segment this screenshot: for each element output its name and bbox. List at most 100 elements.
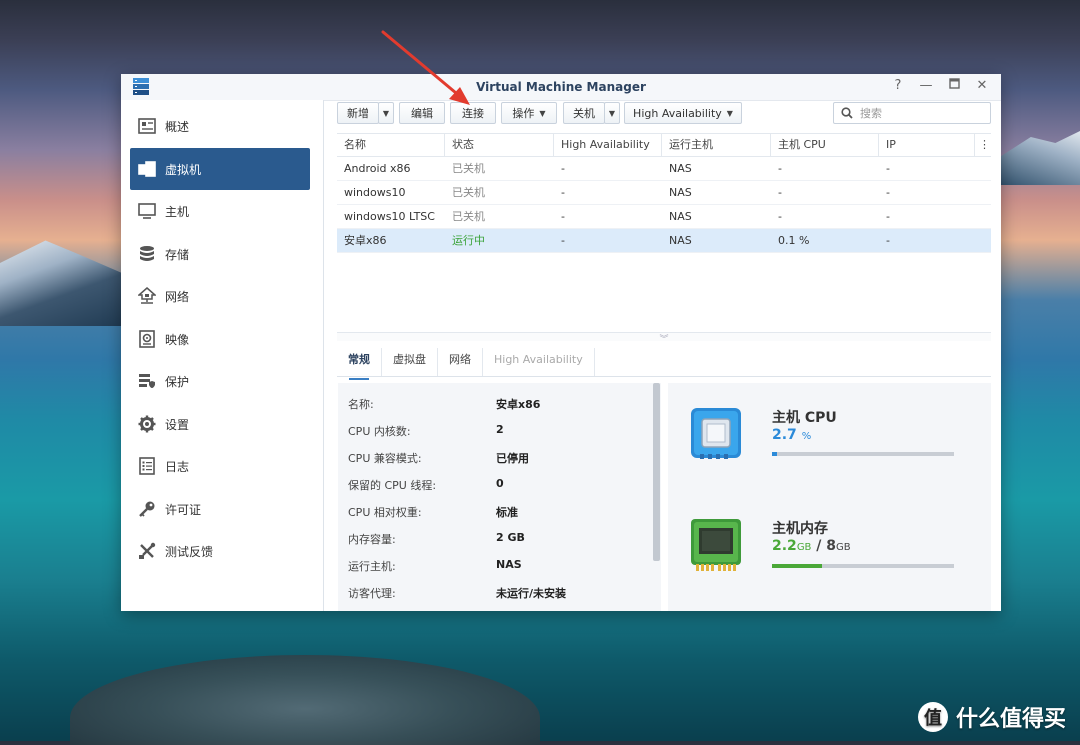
tab-virtual-disk[interactable]: 虚拟盘 xyxy=(382,348,438,376)
cell-ha: - xyxy=(561,162,565,175)
details-scrollbar[interactable] xyxy=(653,383,660,561)
memory-usage-bar-fill xyxy=(772,564,823,568)
table-row[interactable]: Android x86 已关机 - NAS - - xyxy=(337,157,991,181)
vm-table: 名称 状态 High Availability 运行主机 主机 CPU IP ⋮… xyxy=(337,133,991,253)
watermark-text: 什么值得买 xyxy=(955,707,1066,732)
detail-label: CPU 兼容模式: xyxy=(348,452,422,465)
sidebar-item-label: 设置 xyxy=(165,417,190,432)
edit-button[interactable]: 编辑 xyxy=(399,102,445,124)
column-header-ha[interactable]: High Availability xyxy=(554,134,662,156)
tab-general[interactable]: 常规 xyxy=(337,348,382,380)
column-menu-icon[interactable]: ⋮ xyxy=(975,134,991,156)
search-box xyxy=(833,102,991,124)
chevron-down-icon: ▼ xyxy=(608,108,616,118)
maximize-icon[interactable] xyxy=(947,78,961,94)
detail-label: 内存容量: xyxy=(348,533,396,546)
sidebar-item-image[interactable]: 映像 xyxy=(130,318,310,360)
tab-high-availability[interactable]: High Availability xyxy=(483,348,595,376)
edit-button-label: 编辑 xyxy=(411,107,433,120)
mountain-right xyxy=(998,131,1080,185)
sidebar-item-network[interactable]: 网络 xyxy=(130,275,310,317)
close-icon[interactable]: ✕ xyxy=(975,78,989,94)
mountain-left xyxy=(0,240,130,326)
new-dropdown-button[interactable]: ▼ xyxy=(378,102,394,124)
memory-monitor-title: 主机内存 xyxy=(772,521,828,537)
general-details-panel: 名称: 安卓x86 CPU 内核数: 2 CPU 兼容模式: 已停用 保留的 CPU … xyxy=(338,383,661,611)
chevron-down-icon: ▼ xyxy=(382,108,390,118)
chevron-down-icon: ▼ xyxy=(539,108,546,118)
splitter-grip-icon[interactable]: ︾ xyxy=(657,336,671,345)
detail-value: 未运行/未安装 xyxy=(496,587,567,600)
connect-button[interactable]: 连接 xyxy=(450,102,496,124)
table-row-selected[interactable]: 安卓x86 运行中 - NAS 0.1 % - xyxy=(337,229,991,253)
cpu-chip-icon xyxy=(690,407,742,464)
sidebar-item-overview[interactable]: 概述 xyxy=(130,105,310,147)
detail-label: 名称: xyxy=(348,398,374,411)
watermark: 值 什么值得买 xyxy=(917,701,1066,733)
minimize-icon[interactable]: — xyxy=(919,78,933,94)
action-button[interactable]: 操作 ▼ xyxy=(501,102,557,124)
cpu-monitor-title: 主机 CPU xyxy=(772,410,837,426)
cell-ip: - xyxy=(886,234,890,247)
action-button-label: 操作 xyxy=(512,107,535,120)
sidebar-item-settings[interactable]: 设置 xyxy=(130,403,310,445)
column-header-ip[interactable]: IP xyxy=(879,134,975,156)
log-icon xyxy=(137,456,157,476)
column-header-status[interactable]: 状态 xyxy=(445,134,554,156)
sidebar-item-storage[interactable]: 存储 xyxy=(130,233,310,275)
detail-row: 内存容量: 2 GB xyxy=(348,531,525,547)
cpu-monitor: 主机 CPU 2.7 % xyxy=(690,407,990,467)
tab-network[interactable]: 网络 xyxy=(438,348,483,376)
sidebar-item-label: 映像 xyxy=(165,332,190,347)
memory-monitor: 主机内存 2.2GB / 8GB xyxy=(690,518,990,578)
sidebar-item-protection[interactable]: 保护 xyxy=(130,360,310,402)
search-input[interactable] xyxy=(858,105,982,121)
detail-label: CPU 相对权重: xyxy=(348,506,422,519)
cell-name: windows10 xyxy=(344,186,406,199)
detail-value: 0 xyxy=(496,477,504,490)
memory-used-number: 2.2 xyxy=(772,538,797,554)
sidebar-item-license[interactable]: 许可证 xyxy=(130,488,310,530)
cell-ip: - xyxy=(886,210,890,223)
sidebar-item-label: 日志 xyxy=(165,459,190,474)
detail-row: 保留的 CPU 线程: 0 xyxy=(348,477,504,493)
cell-cpu: - xyxy=(778,162,782,175)
ha-button-label: High Availability xyxy=(633,106,722,120)
cell-host: NAS xyxy=(669,234,692,247)
detail-row: CPU 兼容模式: 已停用 xyxy=(348,450,529,466)
sidebar-item-virtual-machine[interactable]: 虚拟机 xyxy=(130,148,310,190)
shutdown-button-label: 关机 xyxy=(573,107,595,120)
shutdown-button[interactable]: 关机 xyxy=(563,102,605,124)
column-header-host[interactable]: 运行主机 xyxy=(662,134,771,156)
memory-usage-bar xyxy=(772,564,954,568)
detail-label: 运行主机: xyxy=(348,560,396,573)
help-icon[interactable]: ? xyxy=(891,78,905,94)
sidebar-item-label: 保护 xyxy=(165,374,190,389)
shutdown-dropdown-button[interactable]: ▼ xyxy=(604,102,620,124)
cell-status: 已关机 xyxy=(452,210,485,223)
sidebar-item-label: 网络 xyxy=(165,289,190,304)
sidebar-item-label: 虚拟机 xyxy=(165,162,202,177)
sidebar-item-feedback[interactable]: 测试反馈 xyxy=(130,530,310,572)
sidebar-item-host[interactable]: 主机 xyxy=(130,190,310,232)
detail-label: 访客代理: xyxy=(348,587,396,600)
table-header: 名称 状态 High Availability 运行主机 主机 CPU IP ⋮ xyxy=(337,133,991,157)
sidebar-item-log[interactable]: 日志 xyxy=(130,445,310,487)
table-row[interactable]: windows10 LTSC 已关机 - NAS - - xyxy=(337,205,991,229)
key-icon xyxy=(137,499,157,519)
table-row[interactable]: windows10 已关机 - NAS - - xyxy=(337,181,991,205)
detail-value: 标准 xyxy=(496,506,518,519)
cpu-usage-bar-fill xyxy=(772,452,777,456)
network-icon xyxy=(137,286,157,306)
cpu-usage-value: 2.7 % xyxy=(772,427,811,443)
cell-host: NAS xyxy=(669,210,692,223)
column-header-name[interactable]: 名称 xyxy=(337,134,445,156)
memory-module-icon xyxy=(690,518,742,575)
cell-ha: - xyxy=(561,210,565,223)
high-availability-button[interactable]: High Availability ▼ xyxy=(624,102,742,124)
column-header-cpu[interactable]: 主机 CPU xyxy=(771,134,879,156)
sidebar-item-label: 存储 xyxy=(165,247,190,262)
sidebar: 概述 虚拟机 主机 存储 网络 映像 保护 设置 日志 许可证 测试反馈 xyxy=(121,100,324,611)
new-button[interactable]: 新增 xyxy=(337,102,379,124)
protection-icon xyxy=(137,371,157,391)
